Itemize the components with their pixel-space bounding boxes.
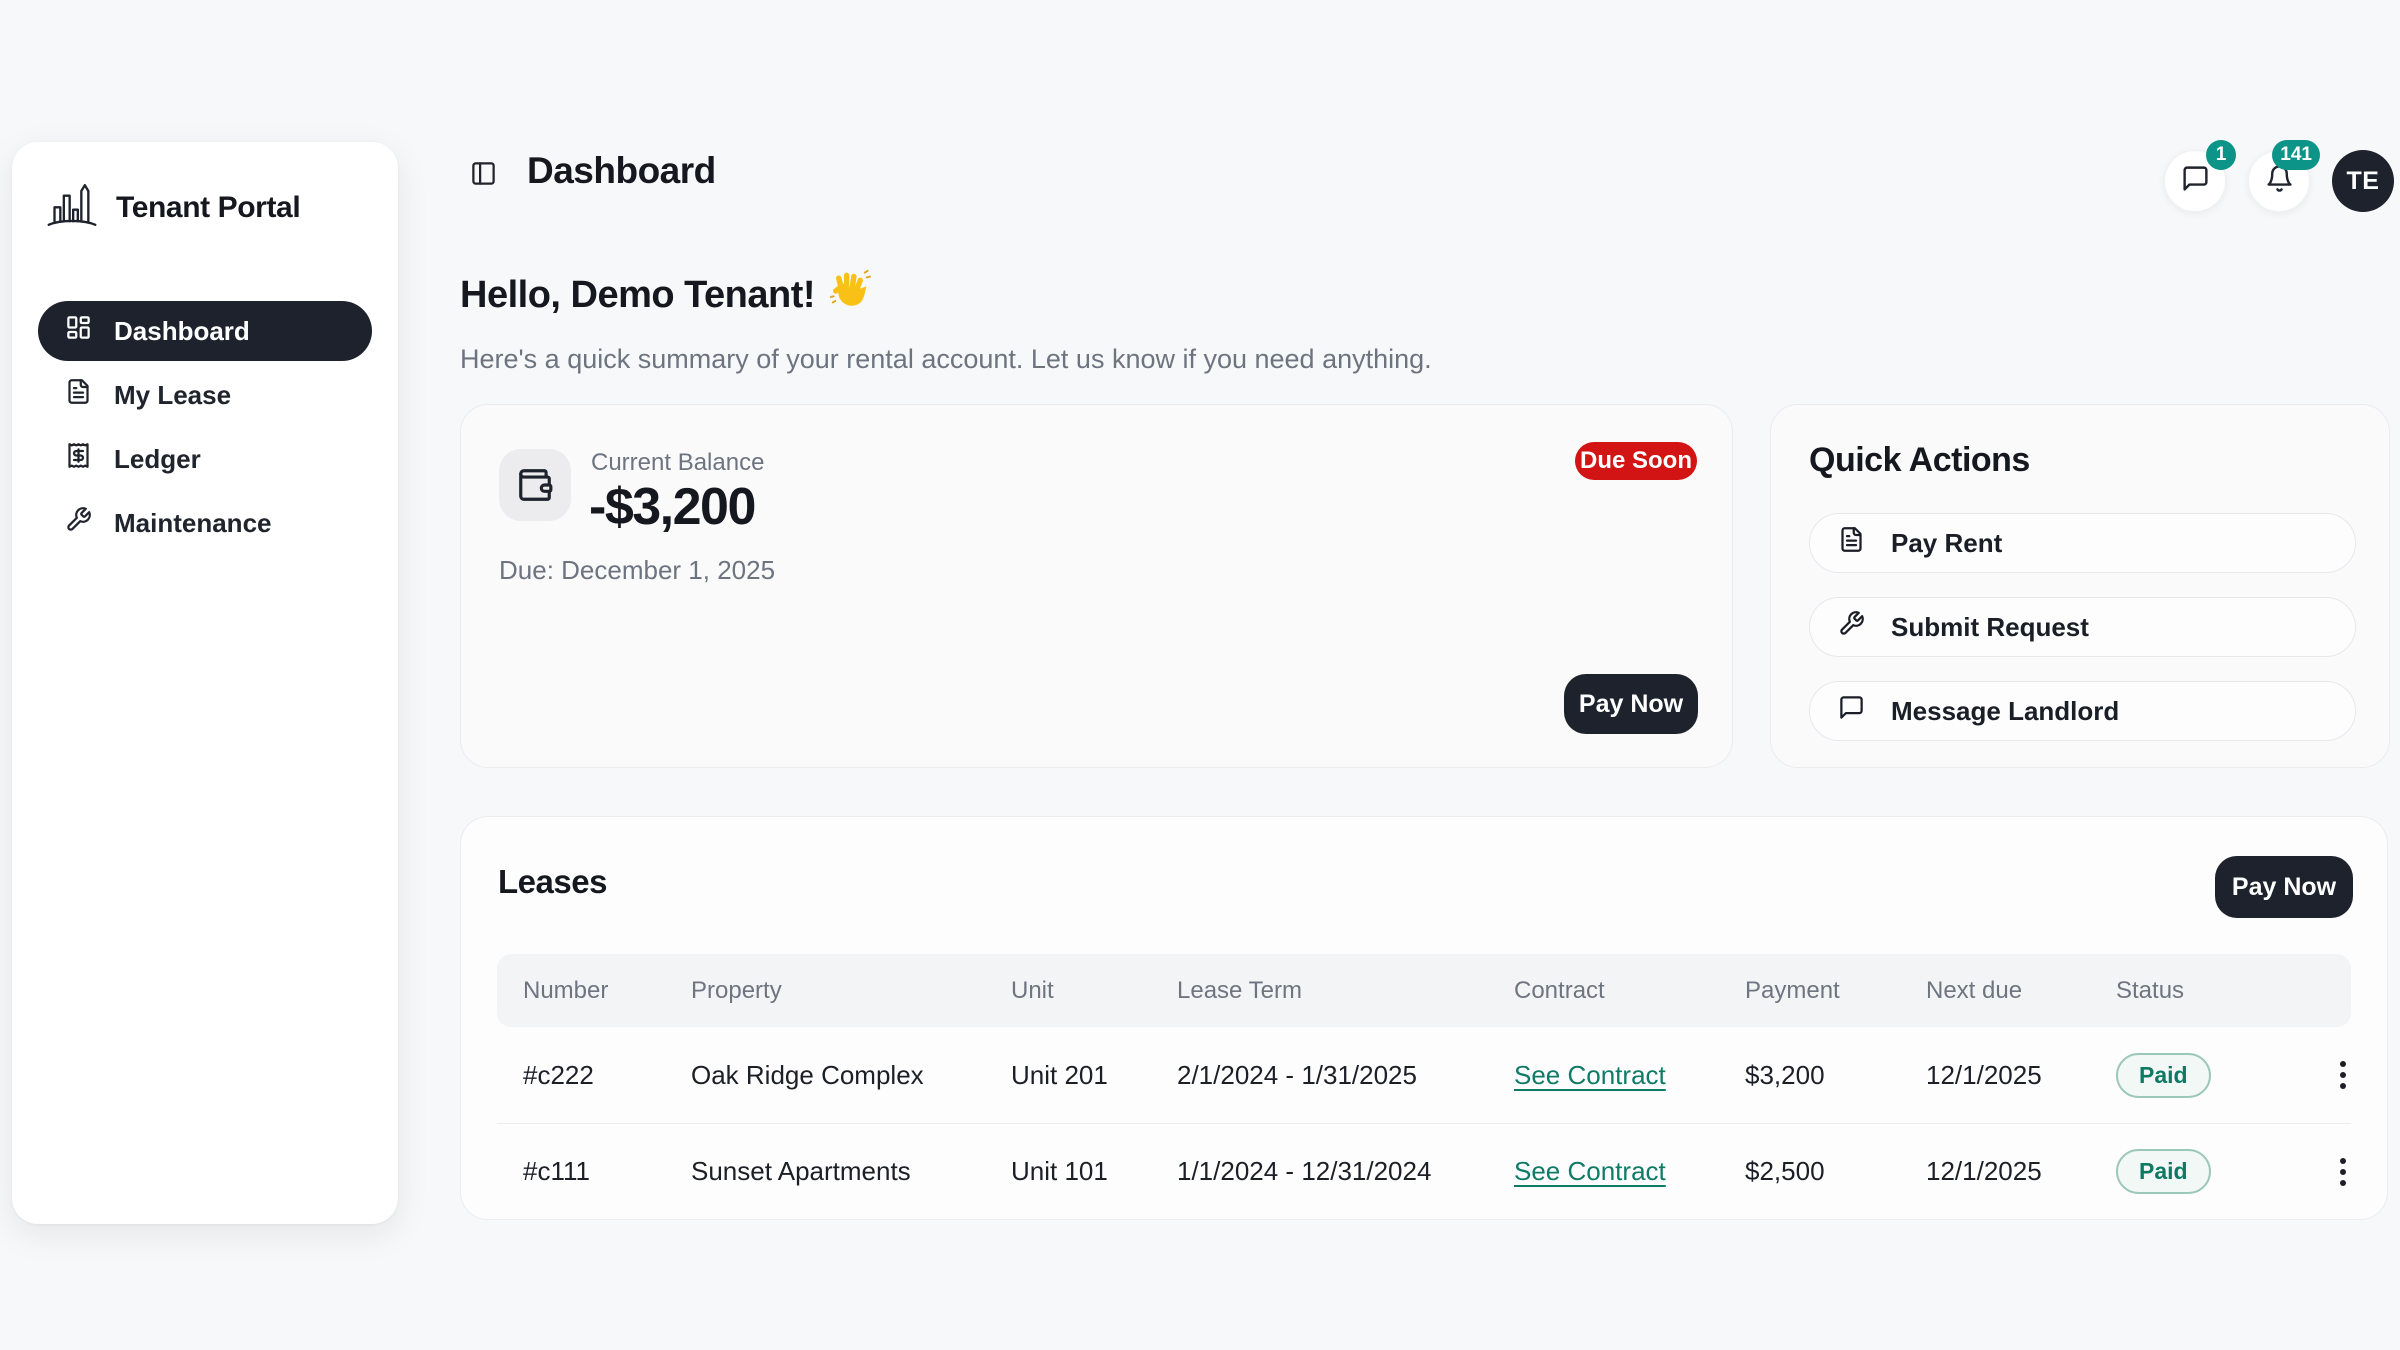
leases-table: Number Property Unit Lease Term Contract… — [497, 954, 2351, 1219]
action-label: Submit Request — [1891, 612, 2089, 643]
due-date-text: Due: December 1, 2025 — [499, 555, 775, 586]
action-label: Pay Rent — [1891, 528, 2002, 559]
lease-term: 2/1/2024 - 1/31/2025 — [1177, 1060, 1514, 1091]
sidebar-nav: Dashboard My Lease Ledge — [38, 301, 372, 557]
leases-pay-now-button[interactable]: Pay Now — [2215, 856, 2353, 918]
column-header: Number — [523, 977, 691, 1005]
pay-rent-button[interactable]: Pay Rent — [1809, 513, 2356, 573]
lease-property: Oak Ridge Complex — [691, 1060, 1011, 1091]
column-header: Lease Term — [1177, 977, 1514, 1005]
lease-property: Sunset Apartments — [691, 1156, 1011, 1187]
action-label: Message Landlord — [1891, 696, 2119, 727]
submit-request-button[interactable]: Submit Request — [1809, 597, 2356, 657]
lease-payment: $2,500 — [1745, 1156, 1926, 1187]
table-row: #c111 Sunset Apartments Unit 101 1/1/202… — [497, 1123, 2351, 1219]
balance-card: Current Balance -$3,200 Due Soon Due: De… — [460, 404, 1733, 768]
greeting-subtitle: Here's a quick summary of your rental ac… — [460, 344, 1432, 375]
column-header: Contract — [1514, 977, 1745, 1005]
pay-now-button[interactable]: Pay Now — [1564, 674, 1698, 734]
lease-unit: Unit 101 — [1011, 1156, 1177, 1187]
notifications-button[interactable]: 141 — [2248, 150, 2310, 212]
column-header: Status — [2116, 977, 2346, 1005]
leases-title: Leases — [498, 863, 607, 901]
lease-payment: $3,200 — [1745, 1060, 1926, 1091]
sidebar-item-label: My Lease — [114, 380, 231, 411]
messages-button[interactable]: 1 — [2164, 150, 2226, 212]
tenant-portal-page: Tenant Portal Dashboard — [0, 0, 2400, 1350]
sidebar-item-label: Ledger — [114, 444, 201, 475]
wallet-icon — [499, 449, 571, 521]
sidebar-item-maintenance[interactable]: Maintenance — [38, 493, 372, 553]
balance-label: Current Balance — [591, 449, 764, 477]
column-header: Property — [691, 977, 1011, 1005]
table-row: #c222 Oak Ridge Complex Unit 201 2/1/202… — [497, 1027, 2351, 1123]
file-text-icon — [65, 378, 92, 412]
due-soon-badge: Due Soon — [1575, 442, 1697, 480]
message-landlord-button[interactable]: Message Landlord — [1809, 681, 2356, 741]
column-header: Next due — [1926, 977, 2116, 1005]
status-badge: Paid — [2116, 1053, 2211, 1098]
lease-number: #c222 — [523, 1060, 691, 1091]
lease-next-due: 12/1/2025 — [1926, 1156, 2116, 1187]
sidebar-item-ledger[interactable]: Ledger — [38, 429, 372, 489]
quick-actions-title: Quick Actions — [1809, 441, 2030, 480]
layout-dashboard-icon — [65, 314, 92, 348]
file-text-icon — [1838, 526, 1865, 560]
waving-hand-emoji-icon — [829, 269, 871, 321]
header-actions: 1 141 TE — [2164, 150, 2394, 212]
lease-unit: Unit 201 — [1011, 1060, 1177, 1091]
brand: Tenant Portal — [44, 176, 300, 239]
wrench-icon — [65, 506, 92, 540]
quick-actions-card: Quick Actions Pay Rent Submit Request — [1770, 404, 2390, 768]
receipt-icon — [65, 442, 92, 476]
sidebar-item-dashboard[interactable]: Dashboard — [38, 301, 372, 361]
lease-term: 1/1/2024 - 12/31/2024 — [1177, 1156, 1514, 1187]
sidebar-item-label: Maintenance — [114, 508, 272, 539]
column-header: Unit — [1011, 977, 1177, 1005]
sidebar-item-label: Dashboard — [114, 316, 250, 347]
row-menu-button[interactable] — [2332, 1150, 2354, 1194]
page-title: Dashboard — [527, 150, 716, 192]
greeting-title: Hello, Demo Tenant! — [460, 269, 871, 321]
wrench-icon — [1838, 610, 1865, 644]
leases-card: Leases Pay Now Number Property Unit Leas… — [460, 816, 2388, 1220]
app-title: Tenant Portal — [116, 191, 300, 225]
sidebar-toggle-button[interactable] — [466, 158, 500, 192]
buildings-skyline-logo-icon — [44, 176, 100, 239]
sidebar-item-my-lease[interactable]: My Lease — [38, 365, 372, 425]
messages-count-badge: 1 — [2206, 140, 2236, 170]
message-square-icon — [1838, 694, 1865, 728]
notifications-count-badge: 141 — [2272, 140, 2320, 170]
column-header: Payment — [1745, 977, 1926, 1005]
see-contract-link[interactable]: See Contract — [1514, 1060, 1666, 1090]
lease-next-due: 12/1/2025 — [1926, 1060, 2116, 1091]
balance-amount: -$3,200 — [589, 477, 755, 537]
panel-left-icon — [470, 160, 497, 190]
see-contract-link[interactable]: See Contract — [1514, 1156, 1666, 1186]
sidebar: Tenant Portal Dashboard — [12, 142, 398, 1224]
status-badge: Paid — [2116, 1149, 2211, 1194]
user-avatar[interactable]: TE — [2332, 150, 2394, 212]
row-menu-button[interactable] — [2332, 1053, 2354, 1097]
message-square-icon — [2181, 164, 2210, 198]
leases-table-header: Number Property Unit Lease Term Contract… — [497, 954, 2351, 1027]
greeting-text: Hello, Demo Tenant! — [460, 274, 815, 317]
lease-number: #c111 — [523, 1156, 691, 1187]
